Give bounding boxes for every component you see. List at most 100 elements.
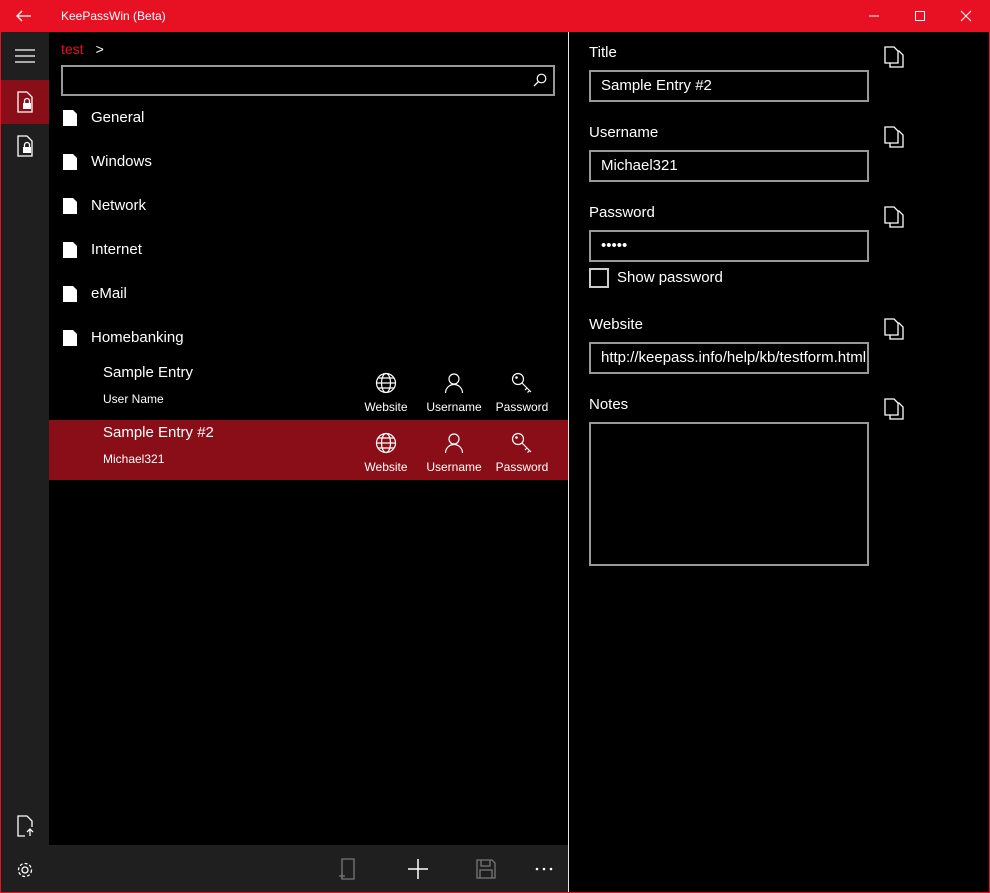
title-bar: KeePassWin (Beta): [0, 0, 990, 32]
entry-title: Sample Entry: [103, 364, 194, 381]
copy-website-button[interactable]: Website: [352, 420, 420, 480]
copy-username-button[interactable]: Username: [420, 360, 488, 420]
group-label: Windows: [91, 153, 152, 170]
copy-password-button[interactable]: Password: [488, 420, 556, 480]
copy-username-field-button[interactable]: [884, 126, 906, 150]
open-database-button[interactable]: [1, 804, 49, 848]
entry-username: Michael321: [103, 452, 165, 466]
key-icon: [511, 372, 532, 393]
new-entry-button[interactable]: [314, 845, 382, 892]
action-label: Website: [364, 400, 408, 414]
action-label: Password: [495, 400, 549, 414]
person-icon: [444, 433, 464, 454]
command-bar: [49, 845, 568, 892]
copy-icon: [884, 206, 904, 228]
group-label: eMail: [91, 285, 127, 302]
search-input[interactable]: [63, 67, 523, 94]
action-label: Password: [495, 460, 549, 474]
back-button[interactable]: [0, 0, 48, 32]
website-field[interactable]: http://keepass.info/help/kb/testform.htm…: [589, 342, 869, 374]
entry-detail-pane: Title Sample Entry #2 Username Michael32…: [569, 32, 989, 892]
person-icon: [444, 373, 464, 394]
copy-website-button[interactable]: Website: [352, 360, 420, 420]
window-title: KeePassWin (Beta): [61, 9, 166, 23]
title-field[interactable]: Sample Entry #2: [589, 70, 869, 102]
copy-notes-button[interactable]: [884, 398, 906, 422]
add-button[interactable]: [384, 845, 452, 892]
folder-icon: [63, 154, 77, 170]
action-label: Username: [426, 400, 482, 414]
folder-icon: [63, 110, 77, 126]
group-label: Homebanking: [91, 329, 184, 346]
globe-icon: [375, 372, 397, 394]
maximize-icon: [915, 11, 925, 21]
close-button[interactable]: [943, 0, 989, 32]
group-label: Internet: [91, 241, 142, 258]
minimize-icon: [869, 15, 879, 17]
username-field[interactable]: Michael321: [589, 150, 869, 182]
more-icon: [535, 867, 553, 870]
save-icon: [476, 858, 496, 879]
folder-icon: [63, 330, 77, 346]
entry-username: User Name: [103, 392, 164, 406]
database-tab-1[interactable]: [1, 80, 49, 124]
minimize-button[interactable]: [851, 0, 897, 32]
action-label: Website: [364, 460, 408, 474]
group-item-windows[interactable]: Windows: [49, 140, 568, 184]
breadcrumb-separator: >: [95, 41, 104, 57]
gear-icon: [17, 862, 33, 878]
copy-password-button[interactable]: Password: [488, 360, 556, 420]
new-entry-icon: [339, 857, 355, 880]
copy-username-button[interactable]: Username: [420, 420, 488, 480]
group-item-general[interactable]: General: [49, 96, 568, 140]
menu-button[interactable]: [1, 34, 49, 78]
back-arrow-icon: [16, 10, 31, 22]
group-label: General: [91, 109, 145, 126]
website-label: Website: [589, 316, 643, 333]
username-label: Username: [589, 124, 659, 141]
notes-field[interactable]: [589, 422, 869, 566]
breadcrumb: test >: [61, 41, 104, 57]
title-label: Title: [589, 44, 617, 61]
action-label: Username: [426, 460, 482, 474]
maximize-button[interactable]: [897, 0, 943, 32]
password-field[interactable]: •••••: [589, 230, 869, 262]
group-item-internet[interactable]: Internet: [49, 228, 568, 272]
search-icon[interactable]: [533, 73, 547, 87]
close-icon: [960, 10, 972, 22]
password-label: Password: [589, 204, 655, 221]
database-tab-2[interactable]: [1, 124, 49, 168]
settings-button[interactable]: [1, 848, 49, 892]
folder-icon: [63, 242, 77, 258]
folder-icon: [63, 198, 77, 214]
copy-icon: [884, 126, 904, 148]
breadcrumb-item-test[interactable]: test: [61, 41, 84, 57]
entry-item[interactable]: Sample Entry User Name Website Username: [49, 360, 568, 420]
group-item-network[interactable]: Network: [49, 184, 568, 228]
globe-icon: [375, 432, 397, 454]
group-item-homebanking[interactable]: Homebanking: [49, 316, 568, 360]
copy-title-button[interactable]: [884, 46, 906, 70]
copy-icon: [884, 398, 904, 420]
copy-website-field-button[interactable]: [884, 318, 906, 342]
show-password-label: Show password: [617, 269, 723, 286]
show-password-checkbox[interactable]: [589, 268, 609, 288]
search-box: [61, 65, 555, 96]
copy-icon: [884, 46, 904, 68]
key-icon: [511, 432, 532, 453]
entry-title: Sample Entry #2: [103, 424, 214, 441]
plus-icon: [408, 858, 428, 879]
open-file-icon: [17, 815, 34, 837]
copy-icon: [884, 318, 904, 340]
group-item-email[interactable]: eMail: [49, 272, 568, 316]
entry-list-pane: test > General Windows Network Internet e…: [49, 32, 568, 892]
group-label: Network: [91, 197, 147, 214]
locked-database-icon: [17, 135, 33, 157]
navigation-rail: [1, 32, 49, 892]
locked-database-icon: [17, 91, 33, 113]
notes-label: Notes: [589, 396, 629, 413]
hamburger-icon: [15, 49, 35, 63]
copy-password-field-button[interactable]: [884, 206, 906, 230]
folder-icon: [63, 286, 77, 302]
entry-item-selected[interactable]: Sample Entry #2 Michael321 Website Usern…: [49, 420, 568, 480]
